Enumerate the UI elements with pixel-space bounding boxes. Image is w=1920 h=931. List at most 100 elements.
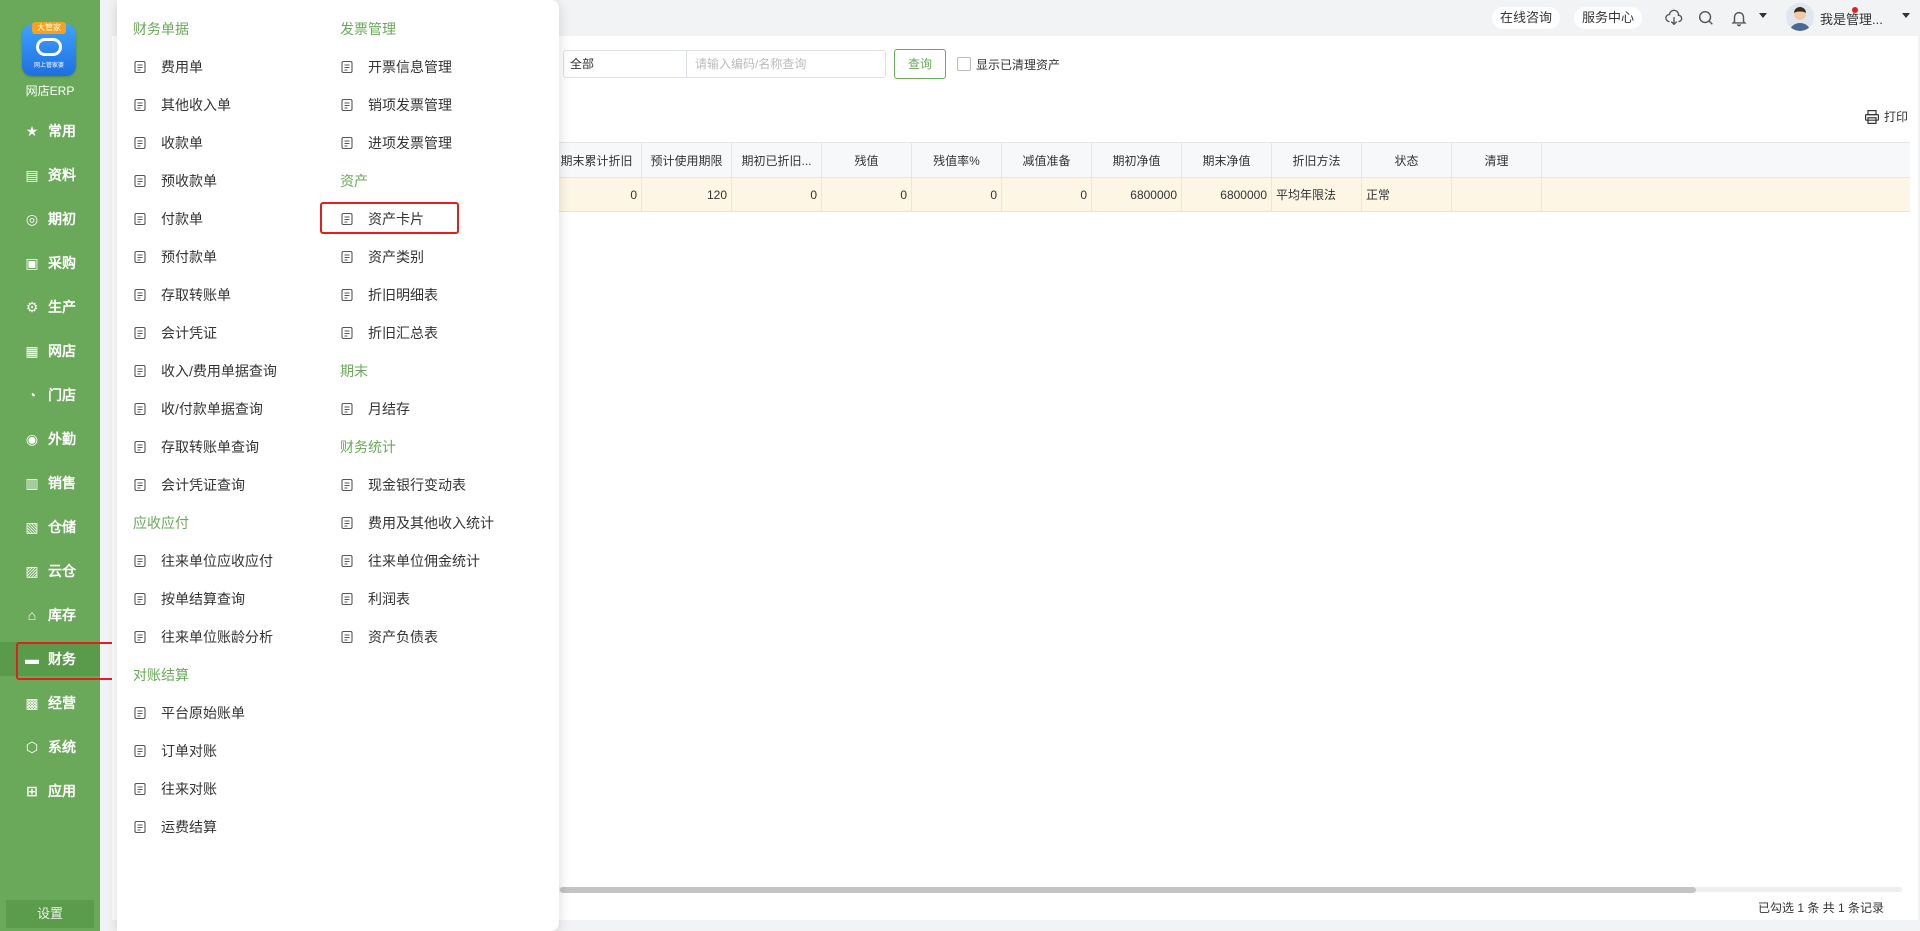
transfer-query-icon — [133, 440, 147, 454]
sidebar-item-9[interactable]: ▧ 仓储 — [0, 510, 100, 544]
menu-item-label: 预收款单 — [161, 173, 217, 189]
sidebar-item-label: 仓储 — [48, 519, 76, 535]
column-header[interactable]: 折旧方法 — [1272, 143, 1362, 177]
menu-item[interactable]: 往来单位账龄分析 — [133, 627, 273, 647]
sidebar-item-12[interactable]: ▬ 财务 — [0, 642, 100, 676]
sidebar-item-1[interactable]: ▤ 资料 — [0, 158, 100, 192]
notification-caret-icon[interactable] — [1759, 13, 1767, 18]
print-button[interactable]: 打印 — [1864, 108, 1908, 125]
menu-section-heading: 对账结算 — [133, 667, 189, 683]
app-logo[interactable]: 大管家 网上管家婆 — [22, 22, 76, 76]
prepayment-icon — [133, 250, 147, 264]
sidebar-item-8[interactable]: ▥ 销售 — [0, 466, 100, 500]
menu-item[interactable]: 费用及其他收入统计 — [340, 513, 494, 533]
menu-item[interactable]: 资产负债表 — [340, 627, 438, 647]
cloud-download-icon[interactable] — [1665, 9, 1683, 27]
user-name[interactable]: 我是管理... — [1820, 9, 1883, 28]
bell-icon[interactable] — [1730, 9, 1748, 27]
menu-item[interactable]: 按单结算查询 — [133, 589, 245, 609]
menu-item-label: 现金银行变动表 — [368, 477, 466, 493]
avatar[interactable] — [1786, 3, 1814, 31]
category-select-value: 全部 — [570, 57, 595, 71]
settings-button[interactable]: 设置 — [6, 900, 94, 928]
settlement-query-icon — [133, 592, 147, 606]
menu-item[interactable]: 存取转账单 — [133, 285, 231, 305]
show-cleared-label: 显示已清理资产 — [976, 58, 1061, 72]
menu-item-label: 销项发票管理 — [368, 97, 452, 113]
menu-item[interactable]: 会计凭证查询 — [133, 475, 245, 495]
column-header[interactable]: 期末净值 — [1182, 143, 1272, 177]
menu-item[interactable]: 会计凭证 — [133, 323, 217, 343]
aging-icon — [133, 630, 147, 644]
menu-item[interactable]: 折旧汇总表 — [340, 323, 438, 343]
sidebar-item-2[interactable]: ◎ 期初 — [0, 202, 100, 236]
query-button[interactable]: 查询 — [894, 49, 946, 79]
menu-item[interactable]: 往来单位佣金统计 — [340, 551, 480, 571]
sidebar-item-label: 销售 — [48, 475, 76, 491]
cash-bank-icon — [340, 478, 354, 492]
menu-item[interactable]: 资产卡片 — [340, 209, 424, 229]
show-cleared-checkbox[interactable] — [957, 57, 971, 71]
sidebar-item-3[interactable]: ▣ 采购 — [0, 246, 100, 280]
logo-subtitle: 网上管家婆 — [33, 63, 64, 69]
menu-item[interactable]: 存取转账单查询 — [133, 437, 259, 457]
menu-section-heading: 财务单据 — [133, 21, 189, 37]
menu-item-label: 存取转账单 — [161, 287, 231, 303]
sidebar-item-13[interactable]: ▩ 经营 — [0, 686, 100, 720]
sidebar-item-7[interactable]: ◉ 外勤 — [0, 422, 100, 456]
column-header[interactable]: 清理 — [1452, 143, 1542, 177]
column-header[interactable]: 预计使用期限 — [642, 143, 732, 177]
menu-item[interactable]: 销项发票管理 — [340, 95, 452, 115]
menu-item[interactable]: 费用单 — [133, 57, 203, 77]
menu-item[interactable]: 月结存 — [340, 399, 410, 419]
menu-item[interactable]: 预付款单 — [133, 247, 217, 267]
menu-item[interactable]: 资产类别 — [340, 247, 424, 267]
logo-badge: 大管家 — [32, 22, 66, 34]
menu-item[interactable]: 收入/费用单据查询 — [133, 361, 277, 381]
menu-item-label: 订单对账 — [161, 743, 217, 759]
app-name: 网店ERP — [25, 84, 75, 98]
menu-item[interactable]: 折旧明细表 — [340, 285, 438, 305]
column-header[interactable]: 期初已折旧... — [732, 143, 822, 177]
menu-item[interactable]: 进项发票管理 — [340, 133, 452, 153]
column-header[interactable]: 期末累计折旧 — [552, 143, 642, 177]
sidebar-item-14[interactable]: ⬡ 系统 — [0, 730, 100, 764]
sidebar-item-10[interactable]: ▨ 云仓 — [0, 554, 100, 588]
search-input[interactable] — [686, 50, 886, 78]
menu-item[interactable]: 预收款单 — [133, 171, 217, 191]
sidebar-item-11[interactable]: ⌂ 库存 — [0, 598, 100, 632]
menu-item[interactable]: 运费结算 — [133, 817, 217, 837]
menu-item[interactable]: 开票信息管理 — [340, 57, 452, 77]
menu-item-label: 利润表 — [368, 591, 410, 607]
menu-item[interactable]: 现金银行变动表 — [340, 475, 466, 495]
table-cell: 6800000 — [1182, 178, 1272, 211]
menu-item[interactable]: 其他收入单 — [133, 95, 231, 115]
menu-item[interactable]: 收/付款单据查询 — [133, 399, 263, 419]
menu-item[interactable]: 付款单 — [133, 209, 203, 229]
sidebar-item-0[interactable]: ★ 常用 — [0, 114, 100, 148]
menu-item[interactable]: 收款单 — [133, 133, 203, 153]
sidebar-item-5[interactable]: ▦ 网店 — [0, 334, 100, 368]
sidebar-item-6[interactable]: ◔ 门店 — [0, 378, 100, 412]
system-icon: ⬡ — [25, 738, 39, 755]
online-consult-button[interactable]: 在线咨询 — [1492, 7, 1561, 29]
search-icon[interactable] — [1697, 9, 1715, 27]
menu-section-heading: 发票管理 — [340, 21, 396, 37]
menu-item[interactable]: 订单对账 — [133, 741, 217, 761]
depreciation-summary-icon — [340, 326, 354, 340]
column-header[interactable]: 残值率% — [912, 143, 1002, 177]
menu-item[interactable]: 利润表 — [340, 589, 410, 609]
column-header[interactable]: 减值准备 — [1002, 143, 1092, 177]
column-header[interactable]: 残值 — [822, 143, 912, 177]
user-menu-caret-icon[interactable] — [1902, 13, 1910, 18]
payment-query-icon — [133, 402, 147, 416]
scrollbar-thumb[interactable] — [560, 887, 1696, 893]
sidebar-item-4[interactable]: ⚙ 生产 — [0, 290, 100, 324]
column-header[interactable]: 期初净值 — [1092, 143, 1182, 177]
menu-item[interactable]: 往来单位应收应付 — [133, 551, 273, 571]
sidebar-item-15[interactable]: ⊞ 应用 — [0, 774, 100, 808]
column-header[interactable]: 状态 — [1362, 143, 1452, 177]
service-center-button[interactable]: 服务中心 — [1574, 7, 1643, 29]
menu-item[interactable]: 往来对账 — [133, 779, 217, 799]
menu-item[interactable]: 平台原始账单 — [133, 703, 245, 723]
